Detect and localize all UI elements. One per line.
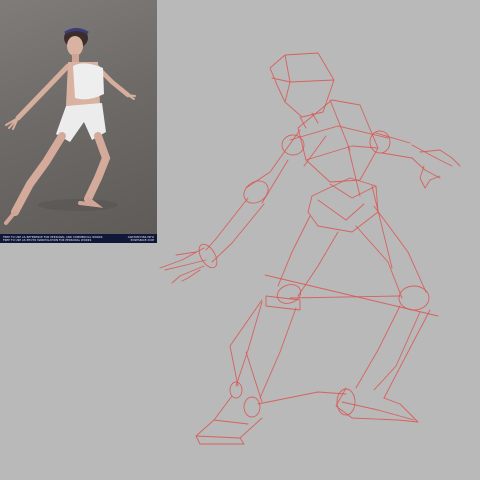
sketch-torso xyxy=(297,99,379,183)
figure-sketch xyxy=(159,52,461,445)
drawing-canvas[interactable]: FREE TO USE AS REFERENCE FOR PERSONAL AN… xyxy=(0,0,480,480)
sketch-right-thigh xyxy=(355,205,427,299)
sketch-right-forearm xyxy=(411,144,453,179)
sketch-head xyxy=(269,52,335,118)
sketch-right-foot xyxy=(335,387,419,423)
sketch-left-shoulder-joint xyxy=(281,134,305,156)
sketch-right-hand xyxy=(419,149,461,189)
sketch-left-wrist xyxy=(198,243,218,269)
sketch-right-shin xyxy=(355,305,431,399)
sketch-ground-line xyxy=(257,391,347,405)
sketch-left-forearm xyxy=(205,197,265,263)
sketch-left-shin xyxy=(229,299,297,403)
sketch-right-heel xyxy=(336,388,356,416)
sketch-left-heel xyxy=(243,396,261,418)
sketch-right-knee xyxy=(398,285,430,311)
sketch-construction xyxy=(303,135,393,269)
sketch-left-upper-arm xyxy=(245,129,301,204)
sketch-pelvis xyxy=(307,177,379,233)
sketch-hip-line-2 xyxy=(289,295,401,299)
sketch-left-foot xyxy=(195,395,263,445)
